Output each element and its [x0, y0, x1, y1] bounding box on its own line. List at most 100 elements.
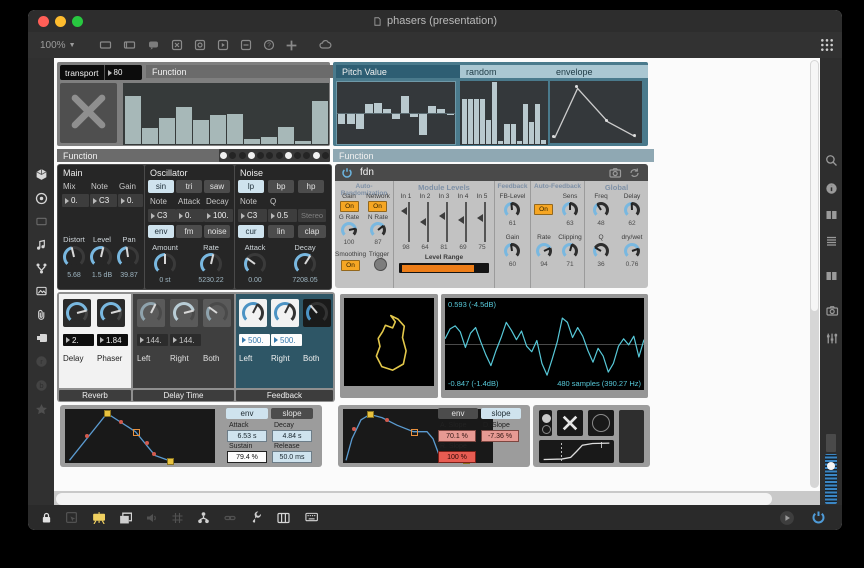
global-delay-knob[interactable] — [624, 202, 640, 218]
x-button[interactable] — [557, 410, 583, 436]
add-object-icon[interactable] — [285, 39, 298, 52]
r-slope-value-box[interactable]: 100 % — [438, 451, 476, 463]
noise-attack-knob[interactable] — [244, 253, 266, 275]
lin-button[interactable]: lin — [268, 225, 294, 238]
cube-icon[interactable] — [35, 168, 48, 181]
curve-utility-display[interactable] — [539, 440, 614, 463]
bpm-numberbox[interactable]: 80 — [105, 68, 123, 77]
function-strip-2[interactable]: Function — [333, 149, 654, 162]
wrench-icon[interactable] — [250, 511, 263, 524]
star-icon[interactable] — [35, 403, 48, 416]
attack-value-box[interactable]: 6.53 s — [227, 430, 267, 442]
d-slope-value-box[interactable]: -7.36 % — [481, 430, 519, 442]
osc-note-numberbox[interactable]: C3 — [148, 209, 176, 222]
link-icon[interactable] — [223, 512, 237, 524]
fdn-power-icon[interactable] — [341, 167, 353, 179]
g-rate-knob[interactable] — [341, 222, 357, 238]
hp-button[interactable]: hp — [298, 180, 324, 193]
envelope-display[interactable] — [550, 81, 642, 143]
clipping-knob[interactable] — [562, 243, 578, 259]
function-multislider[interactable] — [123, 83, 329, 145]
env-button[interactable]: env — [148, 225, 174, 238]
rectangle-icon[interactable] — [35, 216, 48, 227]
radio-group[interactable] — [539, 410, 552, 436]
matrix-icon[interactable] — [820, 38, 834, 52]
random-multislider[interactable] — [460, 81, 548, 145]
sens-knob[interactable] — [562, 202, 578, 218]
env1-slope-tab[interactable]: slope — [271, 408, 313, 419]
vertical-scrollbar[interactable] — [810, 60, 819, 488]
sin-button[interactable]: sin — [148, 180, 174, 193]
noise-decay-knob[interactable] — [294, 253, 316, 275]
saw-button[interactable]: saw — [204, 180, 230, 193]
delay-right-knob[interactable] — [173, 302, 195, 324]
osc-attack-numberbox[interactable]: 0. — [176, 209, 204, 222]
piano-icon[interactable] — [276, 512, 290, 524]
new-object-icon[interactable] — [98, 39, 113, 51]
help-icon[interactable]: ? — [262, 39, 276, 51]
release-value-box[interactable]: 50.0 ms — [272, 451, 312, 463]
n-rate-knob[interactable] — [370, 222, 386, 238]
auto-feedback-toggle[interactable]: On — [534, 204, 553, 215]
grid-icon[interactable] — [171, 512, 184, 524]
note-icon[interactable] — [35, 238, 47, 251]
delay-left-numberbox[interactable]: 144. — [137, 334, 168, 346]
level-knob[interactable] — [90, 246, 112, 268]
mix-numberbox[interactable]: 0. — [62, 194, 89, 207]
sustain-value-box[interactable]: 79.4 % — [227, 451, 267, 463]
camera-icon[interactable] — [825, 305, 839, 317]
feedback-right-knob[interactable] — [274, 302, 296, 324]
bp-button[interactable]: bp — [268, 180, 294, 193]
zoom-dropdown[interactable]: 100%▼ — [40, 40, 76, 51]
meter-handle[interactable] — [826, 434, 836, 452]
x-toggle[interactable] — [60, 83, 117, 143]
fdn-cycle-icon[interactable] — [628, 167, 641, 179]
faders-icon[interactable] — [825, 332, 838, 345]
rate-knob[interactable] — [200, 253, 222, 275]
scope-display[interactable] — [344, 298, 434, 386]
env1-display[interactable] — [65, 409, 215, 463]
columns-icon[interactable] — [825, 209, 838, 221]
search-icon[interactable] — [825, 154, 838, 167]
pitch-value-header[interactable]: Pitch Value — [336, 65, 460, 78]
env1-env-tab[interactable]: env — [226, 408, 268, 419]
env2-slope-tab[interactable]: slope — [481, 408, 521, 419]
fdn-gain-knob[interactable] — [504, 243, 520, 259]
comment-icon[interactable] — [146, 39, 161, 51]
feedback-left-numberbox[interactable]: 500. — [239, 334, 270, 346]
in2-slider[interactable] — [420, 202, 430, 242]
in4-slider[interactable] — [458, 202, 468, 242]
feedback-both-knob[interactable] — [306, 302, 328, 324]
af-rate-knob[interactable] — [536, 243, 552, 259]
gain-slider-dot[interactable] — [827, 462, 835, 470]
horizontal-scrollbar-thumb[interactable] — [56, 493, 772, 505]
fm-button[interactable]: fm — [176, 225, 202, 238]
number-box-icon[interactable] — [239, 39, 253, 51]
presentation-icon[interactable] — [91, 511, 105, 524]
playbar-icon[interactable] — [216, 39, 230, 51]
distort-knob[interactable] — [63, 246, 85, 268]
ar-network-toggle[interactable]: On — [368, 201, 387, 212]
audio-icon[interactable] — [145, 512, 158, 524]
paperclip-icon[interactable] — [36, 308, 47, 321]
gain-meter[interactable] — [825, 454, 837, 504]
cur-button[interactable]: cur — [238, 225, 264, 238]
delay-left-knob[interactable] — [140, 302, 162, 324]
function-strip-header[interactable]: Function — [57, 149, 223, 162]
clap-button[interactable]: clap — [298, 225, 326, 238]
plug-icon[interactable] — [35, 332, 47, 344]
tri-button[interactable]: tri — [176, 180, 202, 193]
function-header-1[interactable]: Function — [146, 65, 333, 78]
power-button[interactable] — [811, 510, 826, 525]
trigger-button[interactable] — [374, 258, 387, 271]
feedback-right-numberbox[interactable]: 500. — [271, 334, 302, 346]
main-note-numberbox[interactable]: C3 — [90, 194, 117, 207]
play-button[interactable] — [779, 510, 795, 526]
patching-mode-icon[interactable] — [118, 511, 132, 524]
image-icon[interactable] — [35, 286, 48, 297]
pitch-multislider[interactable] — [336, 81, 456, 145]
new-message-icon[interactable] — [122, 39, 137, 51]
lp-button[interactable]: lp — [238, 180, 264, 193]
fdn-camera-icon[interactable] — [608, 167, 622, 179]
reverb-delay-numberbox[interactable]: 2. — [63, 334, 94, 346]
